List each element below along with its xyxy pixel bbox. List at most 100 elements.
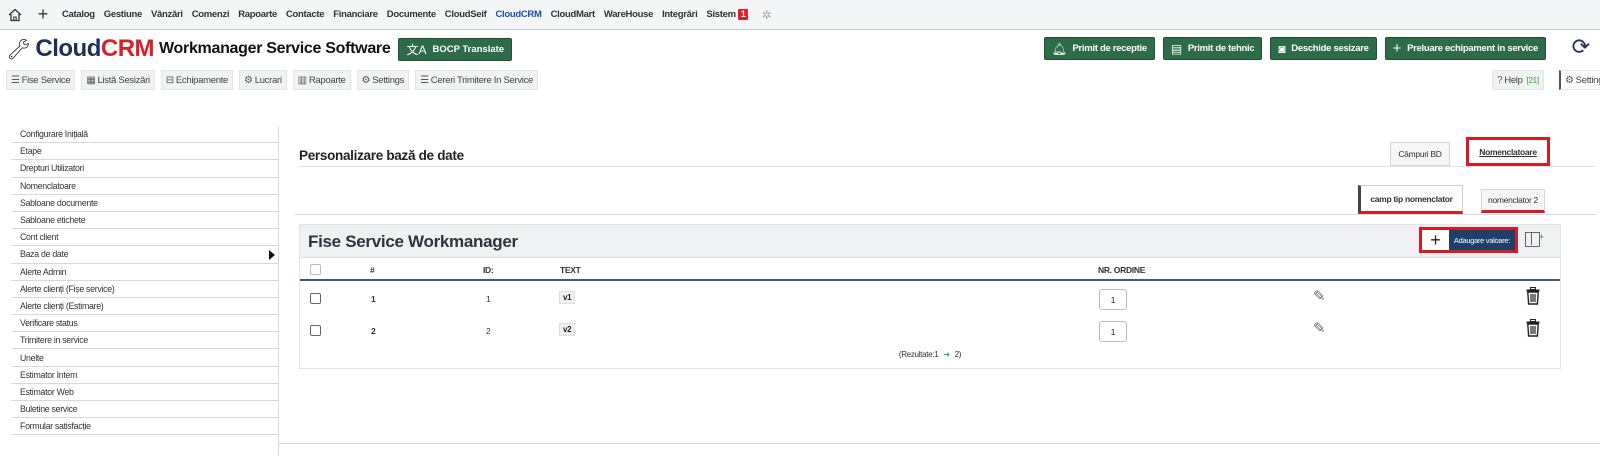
- nr-ordine-input[interactable]: 1: [1099, 289, 1127, 310]
- menu-cloudseif[interactable]: CloudSeif: [445, 9, 487, 20]
- module-settings-label: Settings: [372, 74, 405, 86]
- module-cereri-trimitere[interactable]: ☰ Cereri Trimitere In Service: [415, 70, 539, 90]
- home-icon[interactable]: [6, 6, 24, 24]
- primit-tehnic-label: Primit de tehnic: [1187, 43, 1255, 54]
- menu-warehouse[interactable]: WareHouse: [604, 9, 654, 20]
- settings-label: Settings: [1575, 74, 1600, 86]
- column-toggle-icon[interactable]: +: [1525, 232, 1544, 247]
- sidebar-item-sabloane-etichete[interactable]: Sabloane etichete: [11, 212, 278, 230]
- module-settings[interactable]: ⚙ Settings: [356, 70, 410, 90]
- module-nav: ☰ Fise Service ▦ Listă Sesizări ⊟ Echipa…: [0, 68, 1600, 92]
- module-echipamente[interactable]: ⊟ Echipamente: [160, 70, 234, 90]
- sidebar-item-trimitere-service[interactable]: Trimitere in service: [11, 332, 278, 350]
- menu-cloudcrm[interactable]: CloudCRM: [495, 9, 541, 20]
- menu-catalog[interactable]: Catalog: [62, 9, 95, 20]
- menu-gestiune[interactable]: Gestiune: [104, 9, 143, 20]
- sidebar-item-baza-de-date[interactable]: Baza de date: [11, 246, 278, 264]
- table-row: 2 2 v2 1 ✎: [300, 315, 1560, 346]
- preluare-echipament-label: Preluare echipament in service: [1407, 43, 1538, 54]
- row-text-value: v1: [559, 291, 576, 304]
- sidebar-item-estimator-intern[interactable]: Estimator Intern: [11, 367, 278, 384]
- sidebar-item-alerte-fise[interactable]: Alerte clienți (Fișe service): [11, 281, 278, 298]
- row-number: 2: [371, 326, 376, 336]
- list-icon: ☰: [420, 74, 429, 86]
- trash-icon[interactable]: [1526, 287, 1540, 305]
- translate-button[interactable]: 文A BOCP Translate: [398, 37, 513, 61]
- col-header-text: TEXT: [560, 265, 581, 275]
- subtab-camp-tip-nomenclator[interactable]: camp tip nomenclator: [1358, 185, 1463, 214]
- col-header-id: ID:: [483, 265, 494, 275]
- preluare-echipament-button[interactable]: + Preluare echipament in service: [1384, 37, 1546, 60]
- sidebar-item-etape[interactable]: Etape: [11, 143, 278, 161]
- plus-icon[interactable]: +: [1422, 230, 1449, 250]
- sidebar-item-cont-client[interactable]: Cont client: [11, 229, 278, 247]
- sidebar-item-drepturi[interactable]: Drepturi Utilizatori: [11, 160, 278, 178]
- sidebar-item-formular[interactable]: Formular satisfacție: [11, 418, 278, 436]
- menu-rapoarte[interactable]: Rapoarte: [238, 9, 277, 20]
- equipment-icon: ⊟: [165, 74, 174, 86]
- deschide-sesizare-button[interactable]: ◙ Deschide sesizare: [1270, 37, 1377, 60]
- results-prefix: (Rezultate:1: [898, 350, 939, 359]
- sidebar-item-estimator-web[interactable]: Estimator Web: [11, 384, 278, 401]
- select-all-checkbox[interactable]: [310, 264, 321, 275]
- settings-sidebar: Configurare Inițială Etape Drepturi Util…: [11, 126, 279, 456]
- grid-title: Fise Service Workmanager: [308, 232, 518, 251]
- table-header-row: # ID: TEXT NR. ORDINE: [300, 259, 1560, 281]
- tab-nomenclatoare[interactable]: Nomenclatoare: [1466, 137, 1550, 166]
- refresh-icon[interactable]: ⟳: [1572, 34, 1590, 60]
- module-lista-sesizari[interactable]: ▦ Listă Sesizări: [81, 70, 155, 90]
- module-lucrari[interactable]: ⚙ Lucrari: [239, 70, 287, 90]
- menu-comenzi[interactable]: Comenzi: [192, 9, 230, 20]
- header-actions: 🔔︎ Primit de receptie ▤ Primit de tehnic…: [1043, 37, 1546, 60]
- primit-receptie-label: Primit de receptie: [1072, 43, 1148, 54]
- menu-financiare[interactable]: Financiare: [333, 9, 378, 20]
- sidebar-item-alerte-estimare[interactable]: Alerte clienți (Estimare): [11, 298, 278, 316]
- sidebar-item-verificare-status[interactable]: Verificare status: [11, 315, 278, 333]
- tab-campuri-bd[interactable]: Câmpuri BD: [1390, 142, 1450, 166]
- primit-receptie-button[interactable]: 🔔︎ Primit de receptie: [1043, 37, 1155, 60]
- module-rapoarte-label: Rapoarte: [308, 74, 346, 86]
- page-title: Personalizare bază de date: [299, 148, 464, 163]
- menu-sistem[interactable]: Sistem 1: [706, 9, 749, 20]
- menu-cloudmart[interactable]: CloudMart: [551, 9, 596, 20]
- module-lucrari-label: Lucrari: [254, 74, 282, 86]
- menu-documente[interactable]: Documente: [387, 9, 436, 20]
- chart-icon: ▥: [297, 74, 307, 86]
- row-checkbox[interactable]: [310, 325, 321, 336]
- module-fise-service[interactable]: ☰ Fise Service: [6, 70, 76, 90]
- settings-button[interactable]: ⚙ Settings: [1559, 70, 1600, 90]
- arrow-right-icon[interactable]: ➜: [943, 350, 950, 359]
- values-grid: Fise Service Workmanager + Adaugare valo…: [299, 224, 1561, 369]
- logo-cloud: Cloud: [35, 35, 101, 62]
- add-value-control[interactable]: + Adaugare valoare:: [1419, 227, 1518, 253]
- nr-ordine-input[interactable]: 1: [1099, 321, 1127, 342]
- menu-integrari[interactable]: Integrări: [662, 9, 698, 20]
- pencil-icon[interactable]: ✎: [1313, 319, 1326, 337]
- sidebar-item-nomenclatoare[interactable]: Nomenclatoare: [11, 178, 278, 195]
- sidebar-item-unelte[interactable]: Unelte: [11, 349, 278, 367]
- list-icon: ☰: [11, 74, 20, 86]
- row-text-value: v2: [559, 323, 576, 336]
- help-count: [21]: [1526, 75, 1539, 85]
- menu-contacte[interactable]: Contacte: [286, 9, 325, 20]
- app-logo[interactable]: 🔧︎ Cloud CRM Workmanager Service Software: [6, 35, 391, 63]
- sidebar-item-alerte-admin[interactable]: Alerte Admin: [11, 264, 278, 281]
- menu-vanzari[interactable]: Vânzări: [151, 9, 183, 20]
- module-fise-service-label: Fise Service: [21, 74, 71, 86]
- help-button[interactable]: ? Help [21]: [1492, 70, 1544, 90]
- col-header-num: #: [370, 265, 375, 275]
- title-divider: [299, 166, 1595, 167]
- module-rapoarte[interactable]: ▥ Rapoarte: [292, 70, 351, 90]
- gear-icon[interactable]: ✲: [761, 8, 771, 22]
- sidebar-item-sabloane-documente[interactable]: Sabloane documente: [11, 195, 278, 212]
- pencil-icon[interactable]: ✎: [1313, 287, 1326, 305]
- primit-tehnic-button[interactable]: ▤ Primit de tehnic: [1162, 37, 1263, 60]
- subtab-nomenclator-2[interactable]: nomenclator 2: [1481, 189, 1545, 213]
- row-checkbox[interactable]: [310, 293, 321, 304]
- trash-icon[interactable]: [1526, 319, 1540, 337]
- sidebar-item-buletine[interactable]: Buletine service: [11, 401, 278, 419]
- menu-sistem-label: Sistem: [706, 9, 736, 20]
- plus-icon[interactable]: +: [34, 4, 52, 24]
- sidebar-item-configurare[interactable]: Configurare Inițială: [11, 126, 278, 144]
- add-value-label[interactable]: Adaugare valoare:: [1449, 230, 1515, 250]
